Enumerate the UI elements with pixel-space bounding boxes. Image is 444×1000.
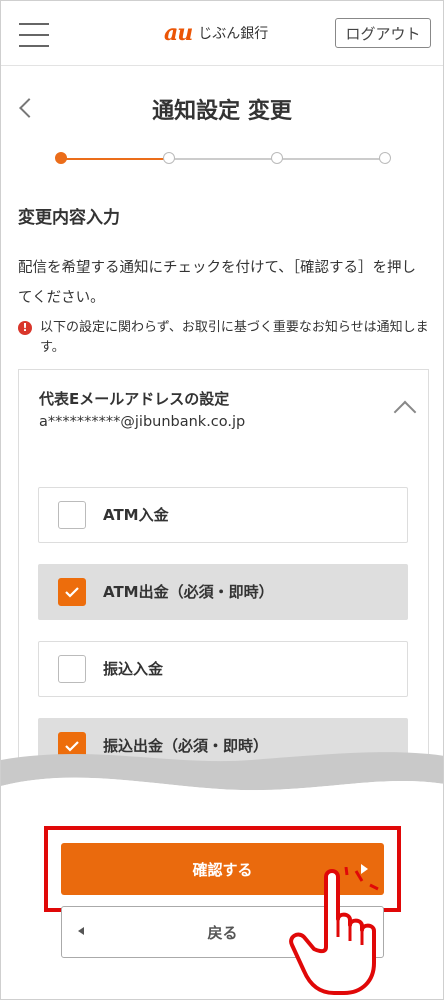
app-frame: au じぶん銀行 ログアウト 通知設定 変更 変更内容入力 配信を希望する通知に… bbox=[0, 0, 444, 1000]
pointing-hand-icon bbox=[289, 867, 379, 995]
option-transfer-in[interactable]: 振込入金 bbox=[38, 641, 408, 697]
email-settings-panel: 代表Eメールアドレスの設定 a**********@jibunbank.co.j… bbox=[18, 369, 429, 810]
option-label: ATM入金 bbox=[103, 506, 169, 524]
instruction-text: 配信を希望する通知にチェックを付けて、［確認する］を押してください。 bbox=[18, 260, 417, 306]
email-settings-label: 代表Eメールアドレスの設定 bbox=[39, 390, 230, 408]
check-icon bbox=[65, 587, 79, 598]
logo-text: じぶん銀行 bbox=[198, 26, 269, 42]
progress-stepper bbox=[55, 152, 391, 166]
logout-button[interactable]: ログアウト bbox=[335, 18, 431, 48]
option-atm-withdrawal[interactable]: ATM出金（必須・即時） bbox=[38, 564, 408, 620]
email-address: a**********@jibunbank.co.jp bbox=[39, 414, 246, 430]
page-title: 通知設定 変更 bbox=[152, 99, 292, 124]
step-dot bbox=[55, 152, 67, 164]
checkbox[interactable] bbox=[58, 655, 86, 683]
option-atm-deposit[interactable]: ATM入金 bbox=[38, 487, 408, 543]
chevron-up-icon[interactable] bbox=[393, 400, 417, 424]
logo[interactable]: au じぶん銀行 bbox=[164, 20, 269, 46]
checkbox[interactable] bbox=[58, 501, 86, 529]
checkbox-checked[interactable] bbox=[58, 578, 86, 606]
option-label: 振込入金 bbox=[103, 660, 164, 678]
header: au じぶん銀行 ログアウト bbox=[1, 1, 443, 66]
logo-mark: au bbox=[164, 20, 193, 46]
option-label: ATM出金（必須・即時） bbox=[103, 583, 274, 601]
stepper-track-active bbox=[61, 158, 167, 160]
step-dot bbox=[271, 152, 283, 164]
arrow-left-icon bbox=[78, 927, 84, 935]
notice-text: 以下の設定に関わらず、お取引に基づく重要なお知らせは通知します。 bbox=[40, 320, 429, 355]
section-title: 変更内容入力 bbox=[18, 208, 120, 228]
alert-icon: ! bbox=[18, 321, 32, 335]
hamburger-menu-icon[interactable] bbox=[19, 23, 49, 47]
back-label: 戻る bbox=[207, 923, 238, 942]
step-dot bbox=[379, 152, 391, 164]
step-dot bbox=[163, 152, 175, 164]
